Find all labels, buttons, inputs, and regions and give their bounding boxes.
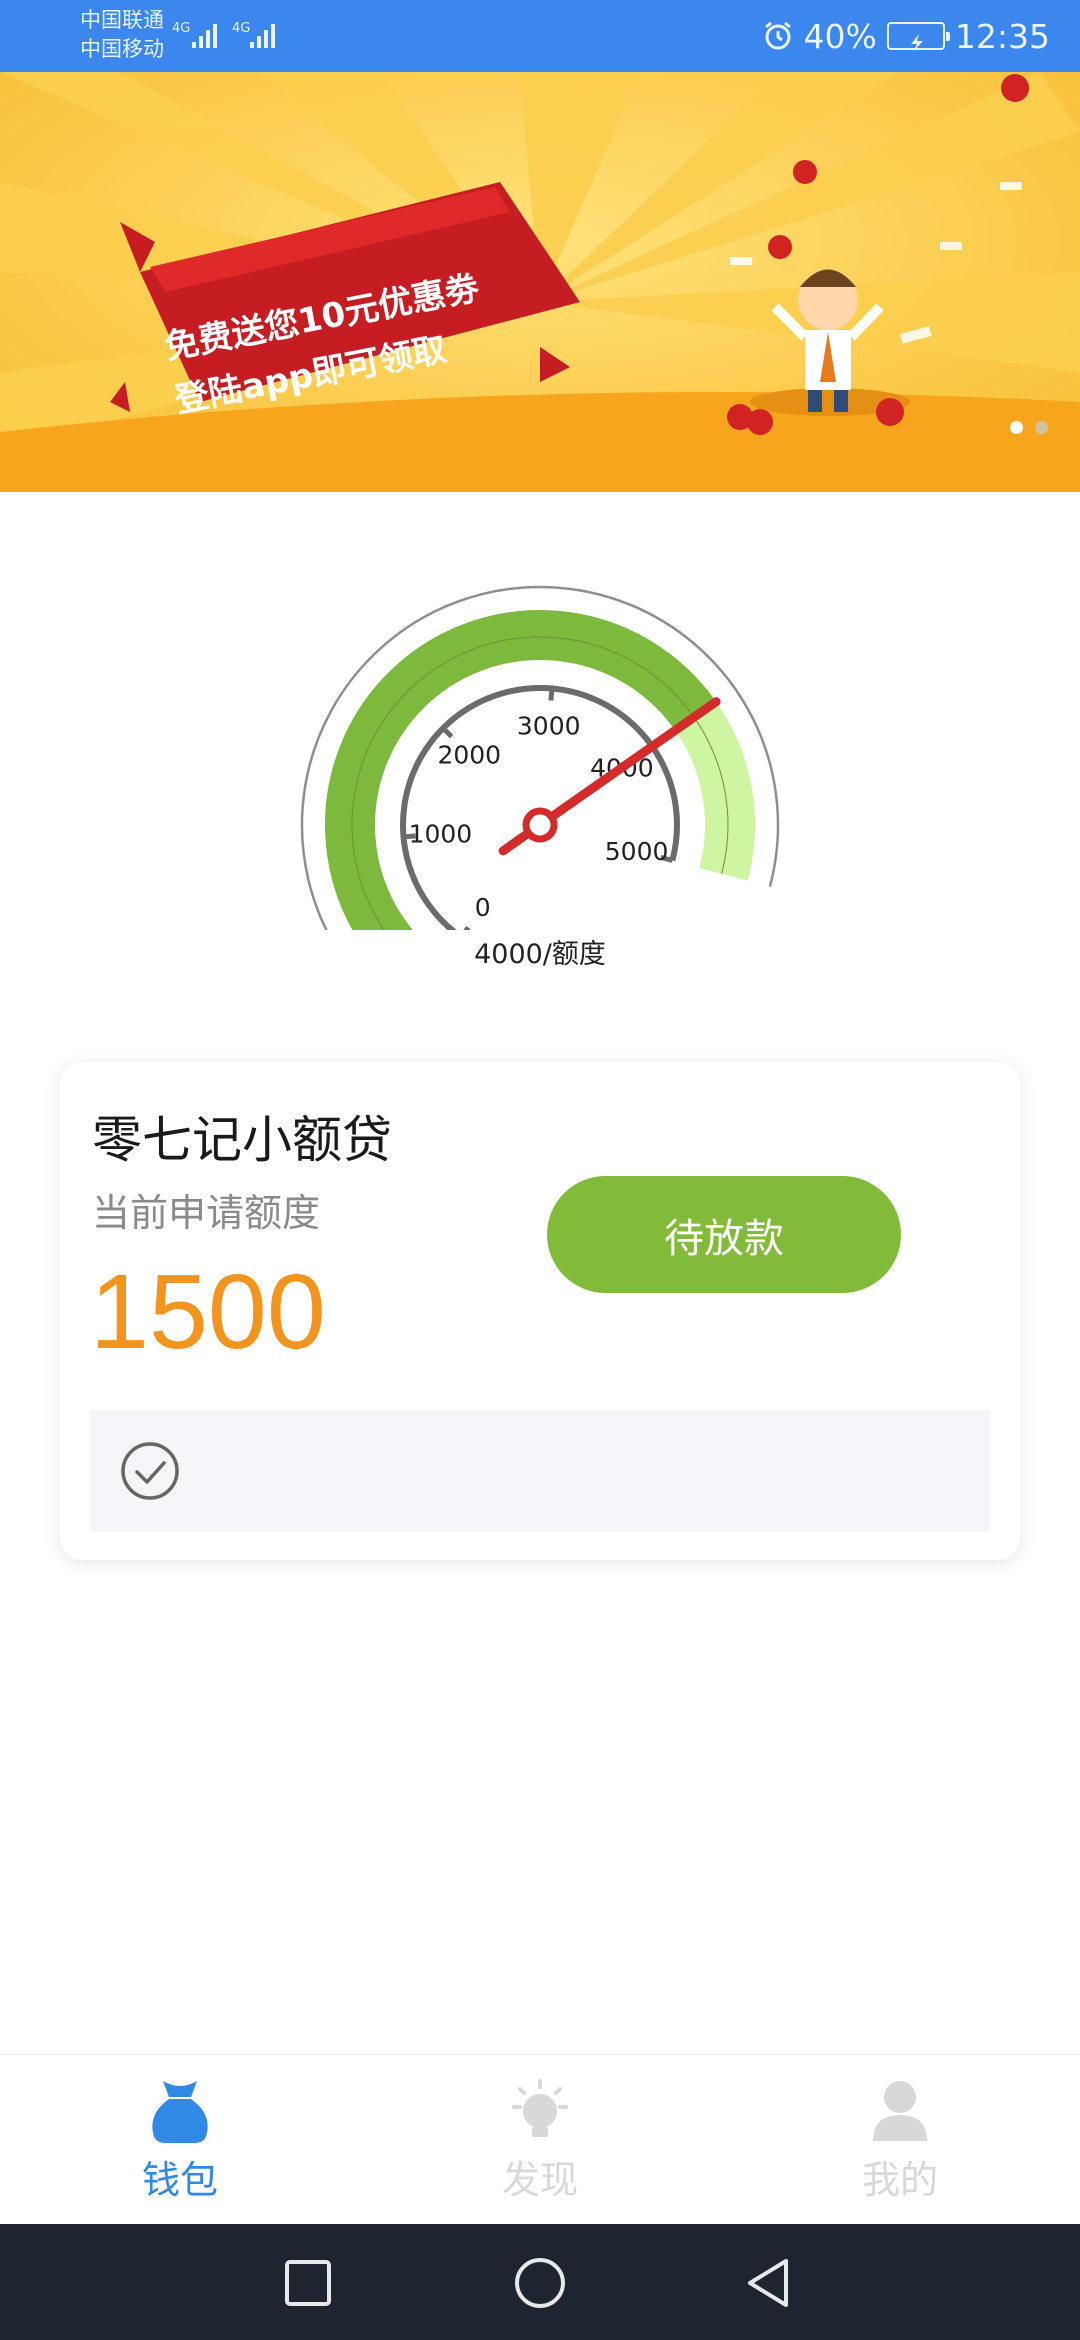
loan-amount-label: 当前申请额度 <box>92 1191 321 1235</box>
gauge-tick-label: 3000 <box>517 711 581 740</box>
recents-square-icon[interactable] <box>282 2257 334 2309</box>
pending-disbursement-button[interactable]: 待放款 <box>547 1176 901 1293</box>
credit-gauge: 010002000300040005000 4000/额度 <box>290 570 790 1021</box>
battery-percent: 40% <box>803 16 877 56</box>
bottom-nav: 钱包 发现 我的 <box>0 2054 1080 2224</box>
banner-illustration <box>0 72 1080 492</box>
nav-discover[interactable]: 发现 <box>440 2077 640 2204</box>
loan-amount-value: 1500 <box>90 1253 326 1371</box>
status-bar: 中国联通 中国移动 4G 4G 40% 12:35 <box>0 0 1080 72</box>
network-1-label: 4G <box>172 21 190 36</box>
gauge-tick-label: 2000 <box>437 740 501 769</box>
person-icon <box>873 2081 927 2141</box>
gauge-caption: 4000/额度 <box>474 939 606 970</box>
carrier-1: 中国联通 <box>80 8 164 32</box>
clock: 12:35 <box>954 16 1050 56</box>
carousel-dots <box>1010 421 1048 434</box>
carrier-2: 中国移动 <box>80 37 164 61</box>
status-right: 40% 12:35 <box>762 0 1050 72</box>
back-triangle-icon[interactable] <box>742 2257 796 2311</box>
loan-card: 零七记小额贷 当前申请额度 1500 待放款 <box>60 1062 1020 1560</box>
nav-discover-label: 发现 <box>501 2158 578 2202</box>
gauge-tick-label: 0 <box>475 893 491 922</box>
carousel-dot-1[interactable] <box>1010 421 1023 434</box>
battery-charging-icon <box>886 22 950 52</box>
gauge-tick-label: 1000 <box>409 820 473 849</box>
wallet-bag-icon <box>152 2081 208 2143</box>
nav-wallet-label: 钱包 <box>141 2158 218 2202</box>
check-circle-icon <box>121 1442 179 1500</box>
gauge-remaining-arc <box>674 701 755 881</box>
gauge-tick <box>459 925 471 939</box>
system-nav-bar <box>0 2224 1080 2340</box>
gauge-tick <box>548 688 555 701</box>
lightbulb-icon <box>512 2079 568 2137</box>
signal-icon: 4G 4G <box>172 21 275 48</box>
alarm-icon <box>764 21 791 50</box>
home-circle-icon[interactable] <box>512 2257 568 2313</box>
carousel-dot-2[interactable] <box>1035 421 1048 434</box>
loan-product-title: 零七记小额贷 <box>92 1111 392 1169</box>
nav-wallet[interactable]: 钱包 <box>80 2077 280 2204</box>
gauge-tick-label: 5000 <box>605 837 669 866</box>
nav-mine-label: 我的 <box>861 2158 938 2202</box>
gauge-tick <box>441 726 454 739</box>
gauge-needle-hub <box>522 807 558 843</box>
network-2-label: 4G <box>232 21 250 36</box>
nav-mine[interactable]: 我的 <box>800 2077 1000 2204</box>
loan-status-row[interactable] <box>90 1410 990 1532</box>
carrier-info: 中国联通 中国移动 <box>80 6 164 64</box>
promo-banner[interactable]: 免费送您10元优惠劵 登陆app即可领取 <box>0 72 1080 492</box>
gauge-dial: 010002000300040005000 <box>300 585 780 1021</box>
